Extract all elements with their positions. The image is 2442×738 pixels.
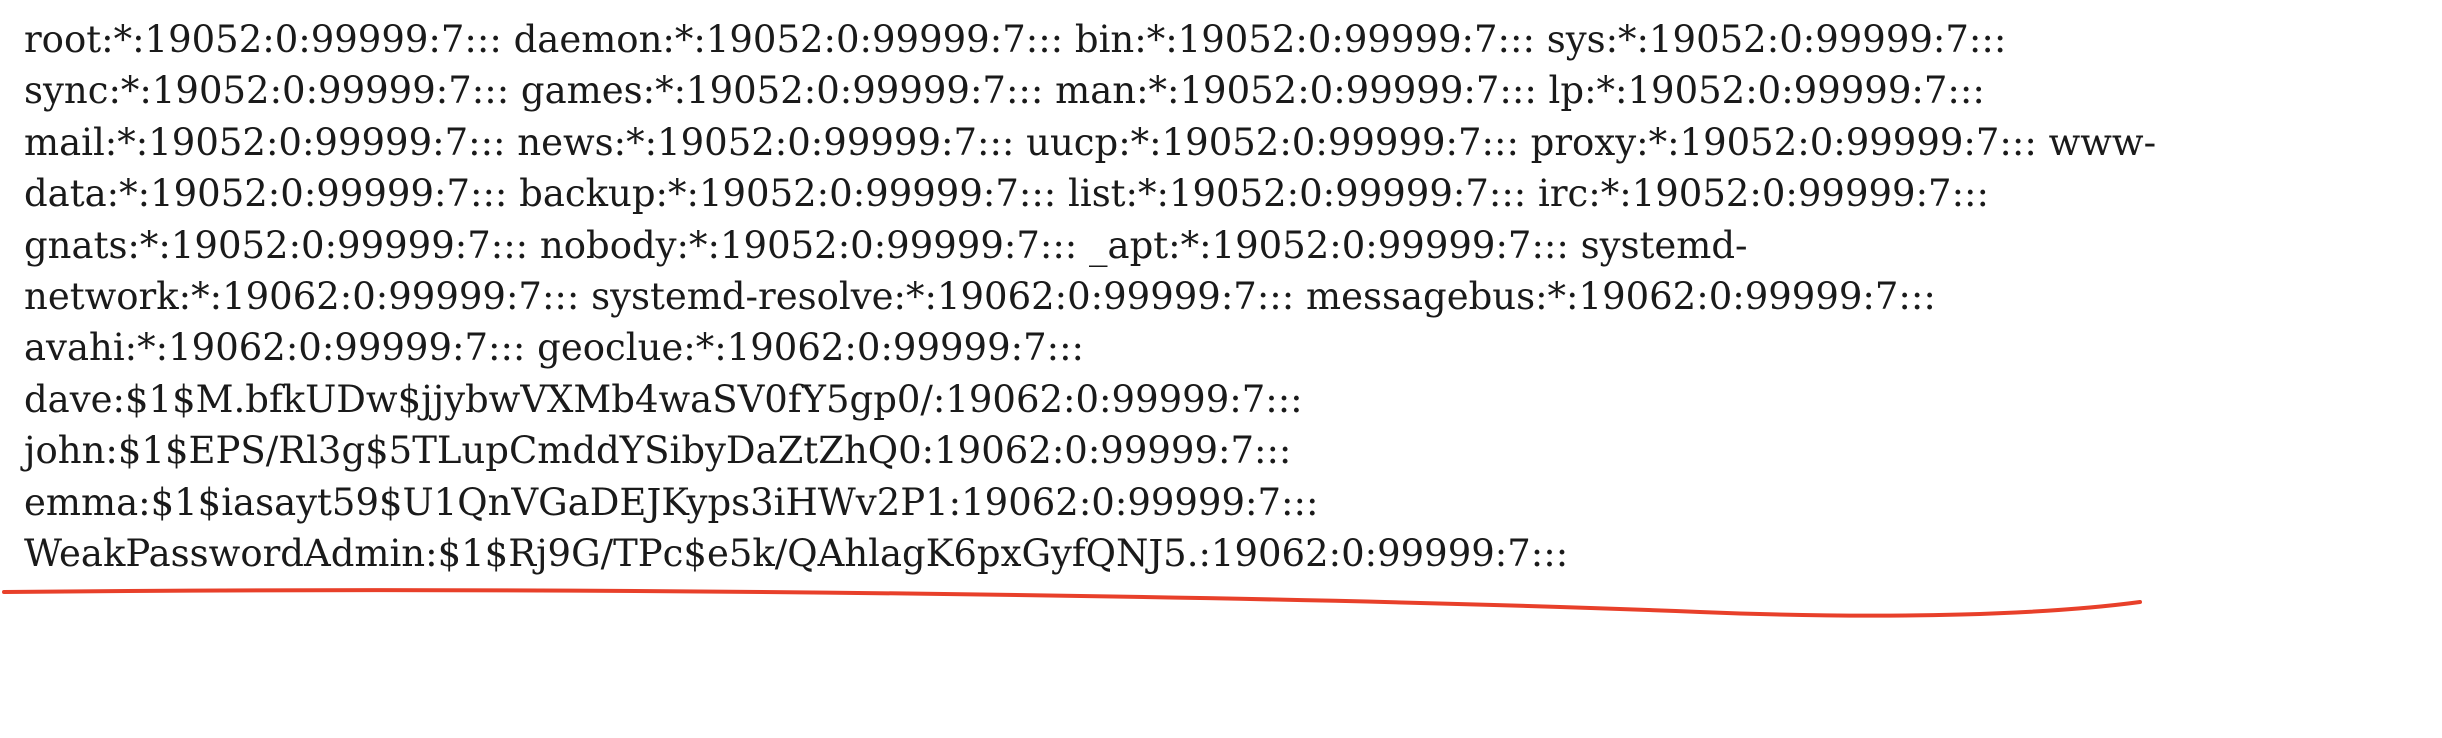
shadow-line-weakpasswordadmin: WeakPasswordAdmin:$1$Rj9G/TPc$e5k/QAhlag… [24, 532, 1569, 576]
shadow-line: avahi:*:19062:0:99999:7::: geoclue:*:190… [24, 326, 1085, 370]
shadow-line: network:*:19062:0:99999:7::: systemd-res… [24, 275, 1936, 319]
shadow-file-text: root:*:19052:0:99999:7::: daemon:*:19052… [24, 14, 2156, 579]
shadow-line-john: john:$1$EPS/Rl3g$5TLupCmddYSibyDaZtZhQ0:… [24, 429, 1292, 473]
shadow-line-emma: emma:$1$iasayt59$U1QnVGaDEJKyps3iHWv2P1:… [24, 480, 1319, 524]
shadow-line: root:*:19052:0:99999:7::: daemon:*:19052… [24, 18, 2007, 61]
shadow-line: data:*:19052:0:99999:7::: backup:*:19052… [24, 172, 1989, 216]
shadow-file-viewer: root:*:19052:0:99999:7::: daemon:*:19052… [0, 0, 2442, 738]
red-underline-stroke [2, 588, 2142, 618]
shadow-line-dave: dave:$1$M.bfkUDw$jjybwVXMb4waSV0fY5gp0/:… [24, 377, 1303, 421]
shadow-line: mail:*:19052:0:99999:7::: news:*:19052:0… [24, 120, 2157, 164]
shadow-line: sync:*:19052:0:99999:7::: games:*:19052:… [24, 69, 1985, 113]
shadow-line: gnats:*:19052:0:99999:7::: nobody:*:1905… [24, 223, 1748, 267]
